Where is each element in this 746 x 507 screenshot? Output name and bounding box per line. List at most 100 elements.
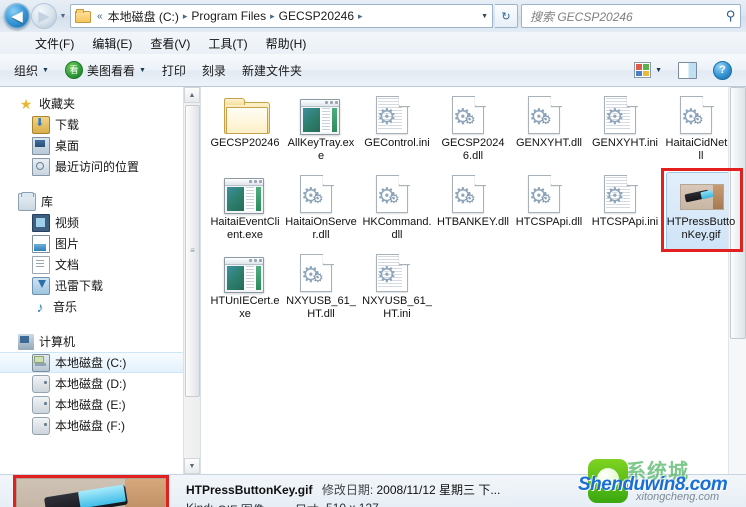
file-name: GECSP20246.dll	[441, 137, 505, 162]
sidebar-item-label: 音乐	[53, 300, 78, 314]
file-list-scrollbar[interactable]	[728, 87, 746, 474]
breadcrumb-segment-drive[interactable]: 本地磁盘 (C:)	[105, 7, 182, 26]
sidebar-item-pictures[interactable]: 图片	[0, 233, 200, 254]
download-icon	[32, 115, 50, 134]
file-item-ini[interactable]: ⚙ NXYUSB_61_HT.ini	[359, 251, 435, 330]
sidebar-item-drive-d[interactable]: 本地磁盘 (D:)	[0, 373, 200, 394]
file-name: HKCommand.dll	[362, 216, 432, 241]
dll-file-icon: ⚙ ⚙	[528, 95, 570, 135]
sidebar-item-thunder-download[interactable]: 迅雷下载	[0, 275, 200, 296]
sidebar-item-label: 桌面	[55, 139, 80, 153]
dll-file-icon: ⚙ ⚙	[452, 174, 494, 214]
forward-arrow-icon: ▶	[38, 7, 50, 25]
file-item-dll[interactable]: ⚙ ⚙ GECSP20246.dll	[435, 93, 511, 172]
meitu-viewer-button[interactable]: 看 美图看看 ▼	[57, 58, 154, 82]
breadcrumb-segment-programfiles[interactable]: Program Files	[188, 8, 269, 24]
details-modified-value: 2008/11/12 星期三 下...	[376, 483, 501, 497]
nav-group-libraries: 库 视频 图片 文档 迅雷下载 ♪ 音乐	[0, 191, 200, 317]
file-item-dll[interactable]: ⚙ ⚙ GENXYHT.dll	[511, 93, 587, 172]
help-button[interactable]: ?	[705, 58, 740, 83]
file-item-exe[interactable]: AllKeyTray.exe	[283, 93, 359, 172]
scrollbar-thumb[interactable]	[730, 87, 746, 339]
file-name: GEControl.ini	[364, 137, 430, 149]
sidebar-item-drive-f[interactable]: 本地磁盘 (F:)	[0, 415, 200, 436]
file-name: HaitaiOnServer.dll	[285, 216, 357, 241]
file-item-folder[interactable]: GECSP20246	[207, 93, 283, 172]
file-item-dll[interactable]: ⚙ ⚙ HKCommand.dll	[359, 172, 435, 251]
details-thumbnail-wrap	[13, 475, 169, 507]
folder-icon	[75, 9, 91, 23]
search-box[interactable]: 搜索 GECSP20246 ⚲	[521, 4, 741, 28]
file-item-dll[interactable]: ⚙ ⚙ HaitaiOnServer.dll	[283, 172, 359, 251]
sidebar-item-drive-c[interactable]: 本地磁盘 (C:)	[0, 352, 200, 373]
breadcrumb-segment-current[interactable]: GECSP20246	[276, 8, 357, 24]
sidebar-item-computer[interactable]: 计算机	[0, 331, 200, 352]
menu-item-edit[interactable]: 编辑(E)	[83, 33, 141, 54]
history-dropdown-button[interactable]: ▼	[57, 5, 69, 27]
sidebar-item-favorites[interactable]: ★ 收藏夹	[0, 93, 200, 114]
sidebar-item-drive-e[interactable]: 本地磁盘 (E:)	[0, 394, 200, 415]
file-item-exe[interactable]: HTUnIECert.exe	[207, 251, 283, 330]
sidebar-item-label: 本地磁盘 (D:)	[55, 377, 127, 391]
burn-button[interactable]: 刻录	[194, 59, 234, 82]
details-kind-value: GIF 图像	[217, 501, 264, 507]
file-item-ini[interactable]: ⚙ GEControl.ini	[359, 93, 435, 172]
menu-item-help[interactable]: 帮助(H)	[257, 33, 316, 54]
menu-item-file[interactable]: 文件(F)	[26, 33, 83, 54]
details-line-primary: HTPressButtonKey.gif 修改日期: 2008/11/12 星期…	[186, 481, 746, 498]
file-item-dll[interactable]: ⚙ ⚙ NXYUSB_61_HT.dll	[283, 251, 359, 330]
details-size-value: 510 x 127	[326, 501, 379, 507]
file-item-dll[interactable]: ⚙ ⚙ HTBANKEY.dll	[435, 172, 511, 251]
sidebar-item-downloads[interactable]: 下载	[0, 114, 200, 135]
back-button[interactable]: ◀	[4, 3, 30, 29]
preview-pane-button[interactable]	[670, 59, 705, 82]
sidebar-item-music[interactable]: ♪ 音乐	[0, 296, 200, 317]
chevron-down-icon: ▼	[42, 66, 49, 74]
breadcrumb-overflow-icon[interactable]: «	[95, 11, 105, 22]
organize-button[interactable]: 组织 ▼	[6, 59, 57, 82]
file-item-dll[interactable]: ⚙ ⚙ HTCSPApi.dll	[511, 172, 587, 251]
breadcrumb[interactable]: « 本地磁盘 (C:) ▸ Program Files ▸ GECSP20246…	[70, 4, 493, 28]
nav-divider	[0, 321, 200, 331]
file-item-ini[interactable]: ⚙ HTCSPApi.ini	[587, 172, 663, 251]
music-icon: ♪	[36, 298, 44, 315]
sidebar-item-libraries[interactable]: 库	[0, 191, 200, 212]
sidebar-item-videos[interactable]: 视频	[0, 212, 200, 233]
dll-file-icon: ⚙ ⚙	[300, 253, 342, 293]
sidebar-item-desktop[interactable]: 桌面	[0, 135, 200, 156]
chevron-down-icon: ▼	[655, 66, 662, 74]
file-item-exe[interactable]: HaitaiEventClient.exe	[207, 172, 283, 251]
sidebar-item-label: 迅雷下载	[55, 279, 104, 293]
sidebar-item-recent-places[interactable]: 最近访问的位置	[0, 156, 200, 177]
menu-item-tools[interactable]: 工具(T)	[199, 33, 256, 54]
sidebar-item-documents[interactable]: 文档	[0, 254, 200, 275]
config-file-icon: ⚙	[376, 253, 418, 293]
chevron-down-icon: ▼	[481, 12, 488, 20]
sidebar-item-label: 图片	[55, 237, 80, 251]
nav-group-computer: 计算机 本地磁盘 (C:) 本地磁盘 (D:) 本地磁盘 (E:) 本地磁盘 (…	[0, 331, 200, 436]
toolbar: 组织 ▼ 看 美图看看 ▼ 打印 刻录 新建文件夹 ▼ ?	[0, 54, 746, 87]
file-item-ini[interactable]: ⚙ GENXYHT.ini	[587, 93, 663, 172]
scrollbar-thumb[interactable]: ≡	[185, 105, 200, 397]
new-folder-button[interactable]: 新建文件夹	[234, 59, 310, 82]
file-name: AllKeyTray.exe	[287, 137, 355, 162]
scroll-down-button[interactable]: ▼	[184, 458, 200, 474]
video-icon	[32, 213, 50, 232]
menu-item-view[interactable]: 查看(V)	[141, 33, 199, 54]
details-size-label: 尺寸:	[295, 501, 322, 507]
back-arrow-icon: ◀	[11, 7, 23, 25]
change-view-button[interactable]: ▼	[626, 59, 670, 81]
search-input[interactable]: 搜索 GECSP20246	[526, 8, 726, 25]
thunder-download-icon	[32, 276, 50, 295]
forward-button[interactable]: ▶	[31, 3, 57, 29]
file-list-pane[interactable]: GECSP20246 AllKeyTray.exe ⚙ GEControl.in…	[201, 87, 746, 474]
refresh-button[interactable]: ↻	[495, 4, 518, 28]
print-button[interactable]: 打印	[154, 59, 194, 82]
details-kind-label: Kind:	[186, 501, 213, 507]
scroll-up-button[interactable]: ▲	[184, 87, 200, 103]
navigation-scrollbar[interactable]: ▲ ≡ ▼	[183, 87, 200, 474]
dll-file-icon: ⚙ ⚙	[300, 174, 342, 214]
sidebar-item-label: 文档	[55, 258, 80, 272]
breadcrumb-dropdown-button[interactable]: ▼	[481, 5, 492, 27]
navigation-tree: ★ 收藏夹 下载 桌面 最近访问的位置	[0, 87, 200, 436]
